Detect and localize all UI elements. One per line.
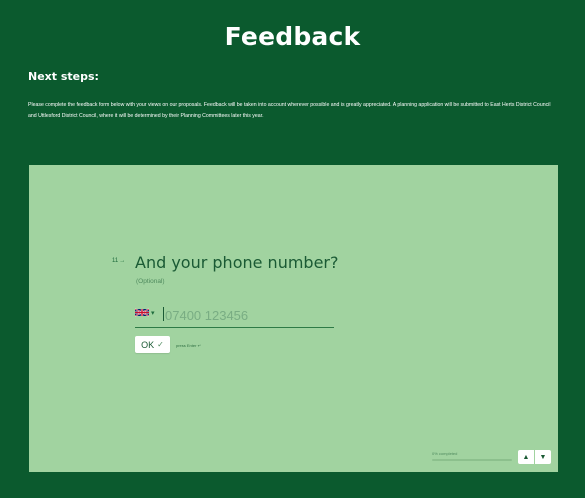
phone-input[interactable] [165, 305, 333, 325]
question-text: And your phone number? [135, 253, 339, 272]
next-question-button[interactable]: ▼ [535, 450, 551, 464]
page-title: Feedback [224, 22, 361, 51]
chevron-down-icon: ▼ [539, 453, 547, 461]
question-number-label: 11 [112, 258, 119, 264]
arrow-right-icon: → [119, 258, 126, 264]
enter-hint: press Enter ↵ [176, 343, 201, 348]
next-steps-heading: Next steps: [28, 70, 99, 83]
country-select[interactable]: ▾ [135, 308, 155, 317]
check-icon: ✓ [157, 340, 164, 349]
ok-button[interactable]: OK ✓ [135, 336, 170, 353]
optional-label: (Optional) [136, 278, 165, 285]
uk-flag-icon [135, 308, 149, 317]
phone-row: ▾ [135, 305, 334, 328]
chevron-up-icon: ▲ [522, 453, 530, 461]
question-number: 11 → [112, 258, 125, 264]
text-cursor [163, 307, 164, 321]
ok-button-label: OK [141, 339, 155, 350]
chevron-down-icon: ▾ [151, 309, 155, 317]
intro-paragraph: Please complete the feedback form below … [28, 102, 551, 119]
progress-indicator: 0% completed [432, 451, 512, 461]
progress-track [432, 459, 512, 461]
progress-label: 0% completed [432, 451, 458, 456]
question-nav: ▲ ▼ [518, 450, 551, 464]
form-panel: 11 → And your phone number? (Optional) ▾… [29, 165, 558, 472]
previous-question-button[interactable]: ▲ [518, 450, 534, 464]
